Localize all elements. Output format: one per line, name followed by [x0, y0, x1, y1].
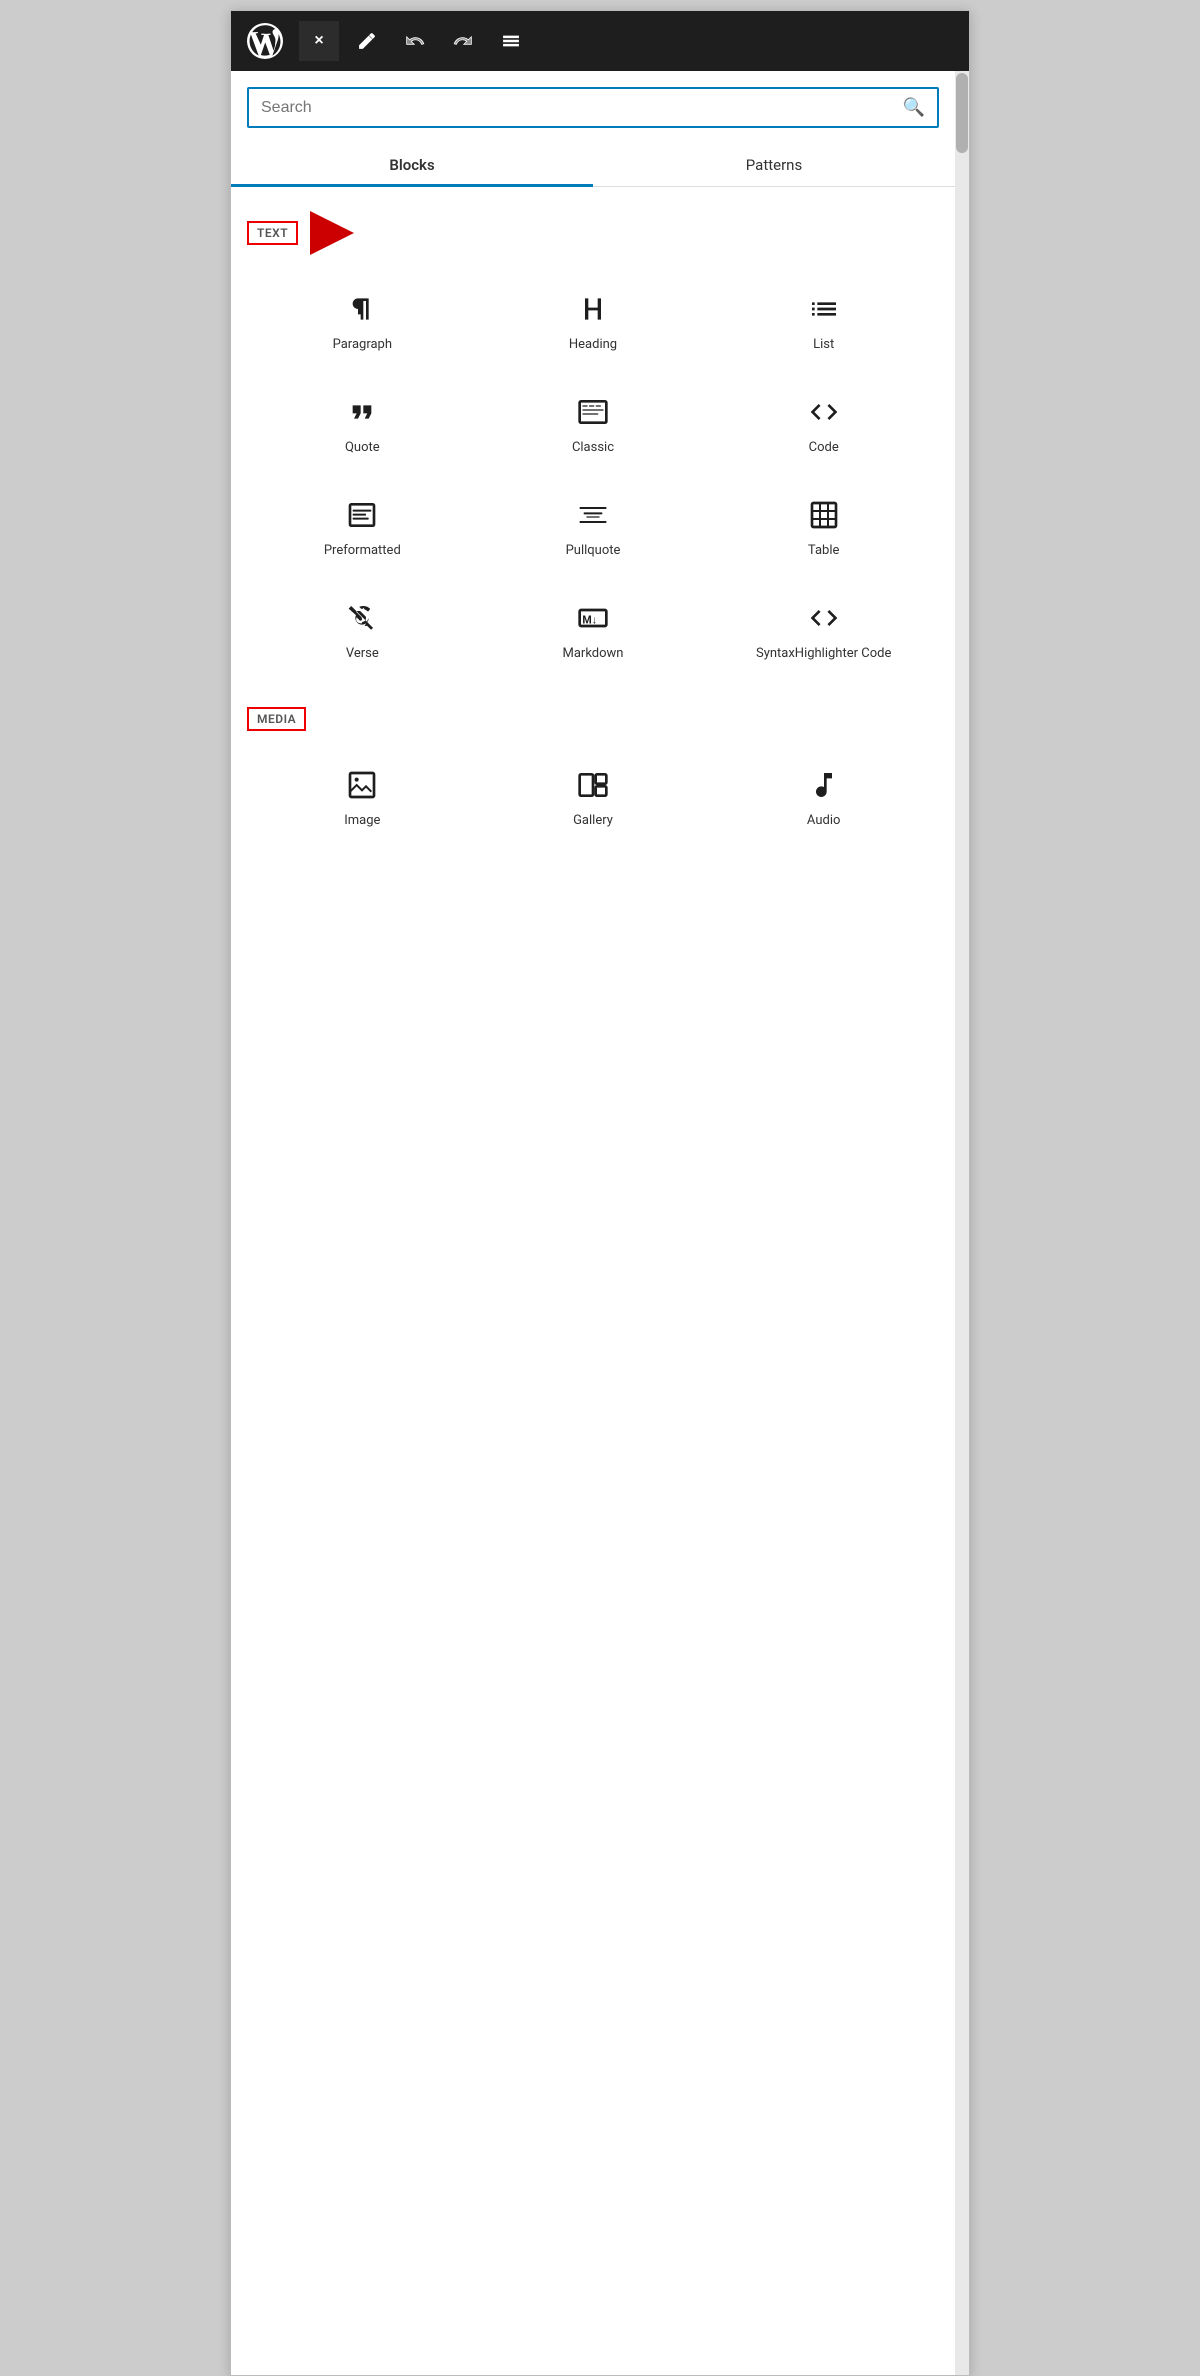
- block-verse[interactable]: Verse: [247, 580, 478, 683]
- gallery-icon: [575, 767, 611, 803]
- blocks-content: TEXT Paragraph: [231, 187, 955, 849]
- heading-label: Heading: [569, 337, 617, 354]
- block-pullquote[interactable]: Pullquote: [478, 477, 709, 580]
- block-table[interactable]: Table: [708, 477, 939, 580]
- pencil-icon: [357, 31, 377, 51]
- preformatted-icon: [344, 497, 380, 533]
- audio-icon: [806, 767, 842, 803]
- block-audio[interactable]: Audio: [708, 747, 939, 850]
- search-box: 🔍: [247, 87, 939, 128]
- undo-icon: [405, 31, 425, 51]
- gallery-label: Gallery: [573, 813, 613, 830]
- tab-patterns[interactable]: Patterns: [593, 144, 955, 186]
- paragraph-label: Paragraph: [333, 337, 392, 354]
- redo-icon: [453, 31, 473, 51]
- image-icon: [344, 767, 380, 803]
- wp-logo[interactable]: [243, 19, 287, 63]
- block-syntax[interactable]: SyntaxHighlighter Code: [708, 580, 939, 683]
- markdown-icon: M↓: [575, 600, 611, 636]
- arrow-indicator: [310, 211, 354, 255]
- syntax-icon: [806, 600, 842, 636]
- search-area: 🔍: [231, 71, 955, 128]
- block-code[interactable]: Code: [708, 374, 939, 477]
- wordpress-icon: [247, 23, 283, 59]
- audio-label: Audio: [807, 813, 840, 830]
- block-list[interactable]: List: [708, 271, 939, 374]
- search-input[interactable]: [261, 99, 895, 117]
- pullquote-icon: [575, 497, 611, 533]
- edit-button[interactable]: [347, 21, 387, 61]
- pullquote-label: Pullquote: [566, 543, 621, 560]
- markdown-label: Markdown: [563, 646, 624, 663]
- list-label: List: [813, 337, 834, 354]
- quote-label: Quote: [345, 440, 380, 457]
- undo-button[interactable]: [395, 21, 435, 61]
- paragraph-icon: [344, 291, 380, 327]
- block-quote[interactable]: Quote: [247, 374, 478, 477]
- svg-text:M↓: M↓: [582, 613, 597, 626]
- tab-bar: Blocks Patterns: [231, 144, 955, 187]
- media-section-header: MEDIA: [247, 707, 939, 731]
- block-image[interactable]: Image: [247, 747, 478, 850]
- verse-label: Verse: [346, 646, 379, 663]
- redo-button[interactable]: [443, 21, 483, 61]
- block-classic[interactable]: Classic: [478, 374, 709, 477]
- classic-icon: [575, 394, 611, 430]
- syntax-label: SyntaxHighlighter Code: [756, 646, 891, 663]
- close-button[interactable]: ×: [299, 21, 339, 61]
- list-icon: [806, 291, 842, 327]
- quote-icon: [344, 394, 380, 430]
- scrollbar-thumb[interactable]: [956, 73, 968, 153]
- search-icon: 🔍: [903, 97, 925, 118]
- image-label: Image: [344, 813, 380, 830]
- table-label: Table: [808, 543, 839, 560]
- heading-icon: [575, 291, 611, 327]
- code-label: Code: [809, 440, 839, 457]
- block-heading[interactable]: Heading: [478, 271, 709, 374]
- preformatted-label: Preformatted: [324, 543, 401, 560]
- table-icon: [806, 497, 842, 533]
- sidebar-content: 🔍 Blocks Patterns TEXT: [231, 71, 969, 2375]
- menu-button[interactable]: [491, 21, 531, 61]
- tab-blocks[interactable]: Blocks: [231, 144, 593, 186]
- block-gallery[interactable]: Gallery: [478, 747, 709, 850]
- block-paragraph[interactable]: Paragraph: [247, 271, 478, 374]
- scrollbar[interactable]: [955, 71, 969, 2375]
- text-section-label: TEXT: [247, 221, 298, 245]
- hamburger-icon: [501, 31, 521, 51]
- media-block-grid: Image Gallery: [247, 747, 939, 850]
- verse-icon: [344, 600, 380, 636]
- block-preformatted[interactable]: Preformatted: [247, 477, 478, 580]
- classic-label: Classic: [572, 440, 614, 457]
- text-block-grid: Paragraph Heading List: [247, 271, 939, 683]
- toolbar: ×: [231, 11, 969, 71]
- block-markdown[interactable]: M↓ Markdown: [478, 580, 709, 683]
- text-section-header: TEXT: [247, 211, 939, 255]
- media-section-label: MEDIA: [247, 707, 306, 731]
- sidebar-panel: 🔍 Blocks Patterns TEXT: [231, 71, 969, 2375]
- code-icon: [806, 394, 842, 430]
- editor-window: ×: [230, 10, 970, 2376]
